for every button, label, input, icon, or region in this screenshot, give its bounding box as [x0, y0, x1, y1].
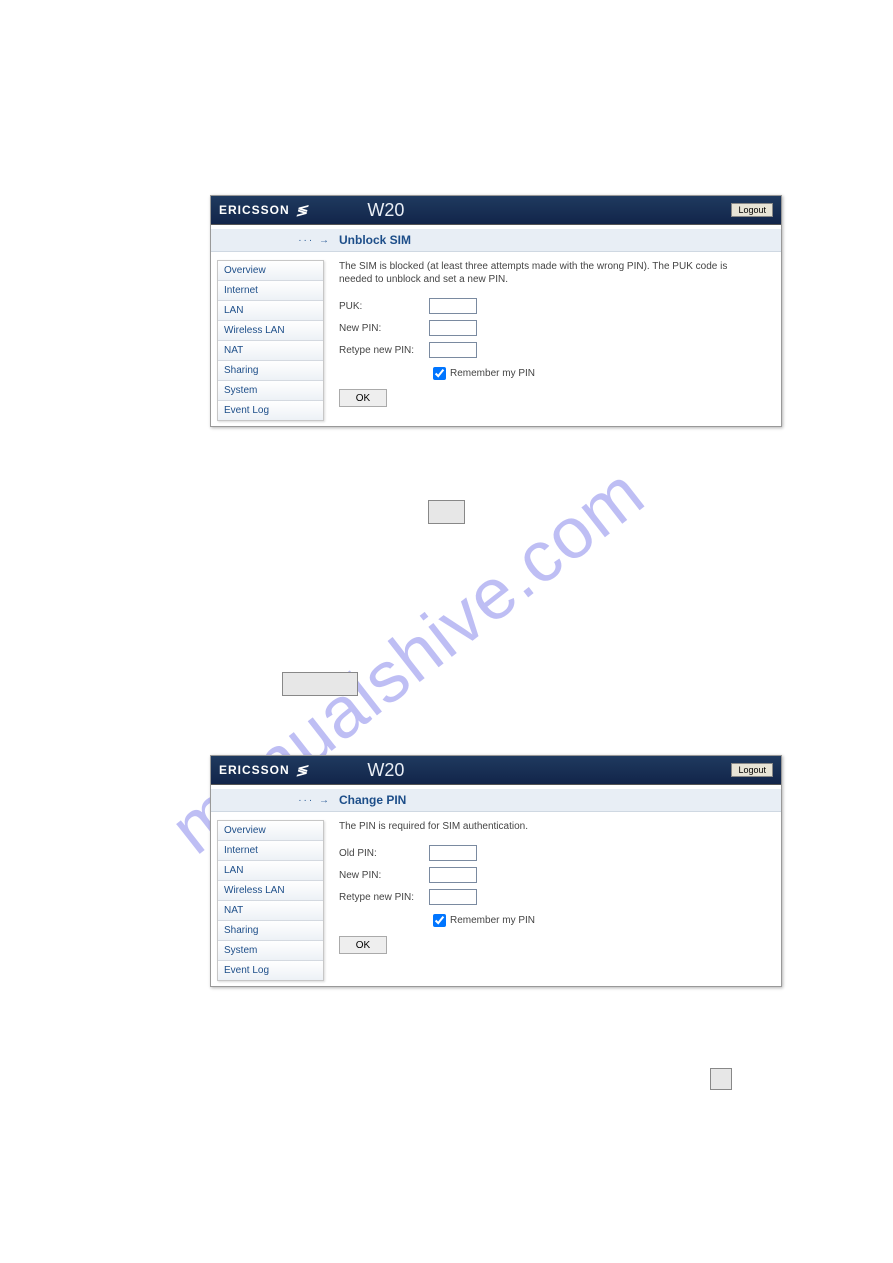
retype-pin-row: Retype new PIN:	[339, 889, 759, 905]
model-label: W20	[367, 200, 404, 221]
new-pin-row: New PIN:	[339, 867, 759, 883]
content-area: The PIN is required for SIM authenticati…	[339, 820, 759, 981]
sidebar-item-nat[interactable]: NAT	[218, 901, 323, 921]
sidebar-item-system[interactable]: System	[218, 381, 323, 401]
new-pin-label: New PIN:	[339, 323, 429, 334]
ghost-ok-button	[428, 500, 465, 524]
sidebar-item-lan[interactable]: LAN	[218, 301, 323, 321]
remember-pin-checkbox[interactable]	[433, 367, 446, 380]
brand-label: ERICSSON	[219, 763, 290, 777]
new-pin-input[interactable]	[429, 867, 477, 883]
header-bar: ERICSSON ≶ W20 Logout	[211, 756, 781, 785]
old-pin-row: Old PIN:	[339, 845, 759, 861]
sidebar: Overview Internet LAN Wireless LAN NAT S…	[217, 820, 324, 981]
puk-input[interactable]	[429, 298, 477, 314]
sidebar-item-internet[interactable]: Internet	[218, 841, 323, 861]
retype-pin-row: Retype new PIN:	[339, 342, 759, 358]
sidebar-item-event-log[interactable]: Event Log	[218, 401, 323, 420]
sidebar-item-internet[interactable]: Internet	[218, 281, 323, 301]
sidebar-item-overview[interactable]: Overview	[218, 821, 323, 841]
new-pin-input[interactable]	[429, 320, 477, 336]
content-area: The SIM is blocked (at least three attem…	[339, 260, 759, 421]
page-title-bar: ··· → Change PIN	[211, 789, 781, 812]
screenshot-unblock-sim: ERICSSON ≶ W20 Logout ··· → Unblock SIM …	[210, 195, 782, 427]
header-bar: ERICSSON ≶ W20 Logout	[211, 196, 781, 225]
sidebar: Overview Internet LAN Wireless LAN NAT S…	[217, 260, 324, 421]
retype-pin-input[interactable]	[429, 342, 477, 358]
new-pin-label: New PIN:	[339, 870, 429, 881]
remember-pin-label: Remember my PIN	[450, 915, 535, 926]
logout-button[interactable]: Logout	[731, 763, 773, 777]
breadcrumb-arrow-icon: ··· →	[211, 795, 339, 806]
brand-wrap: ERICSSON ≶ W20	[219, 760, 404, 781]
brand-label: ERICSSON	[219, 203, 290, 217]
page-title: Unblock SIM	[339, 233, 411, 247]
ghost-change-pin-button	[282, 672, 358, 696]
sidebar-item-overview[interactable]: Overview	[218, 261, 323, 281]
page-title-bar: ··· → Unblock SIM	[211, 229, 781, 252]
page-title: Change PIN	[339, 793, 406, 807]
ok-button[interactable]: OK	[339, 389, 387, 407]
sidebar-item-nat[interactable]: NAT	[218, 341, 323, 361]
ok-button[interactable]: OK	[339, 936, 387, 954]
logout-button[interactable]: Logout	[731, 203, 773, 217]
screenshot-change-pin: ERICSSON ≶ W20 Logout ··· → Change PIN O…	[210, 755, 782, 987]
retype-pin-label: Retype new PIN:	[339, 892, 429, 903]
sidebar-item-wireless-lan[interactable]: Wireless LAN	[218, 881, 323, 901]
body-wrap: Overview Internet LAN Wireless LAN NAT S…	[211, 260, 781, 421]
brand-wrap: ERICSSON ≶ W20	[219, 200, 404, 221]
page: manualshive.com ERICSSON ≶ W20 Logout ··…	[0, 0, 893, 1263]
sidebar-item-sharing[interactable]: Sharing	[218, 361, 323, 381]
sidebar-item-sharing[interactable]: Sharing	[218, 921, 323, 941]
old-pin-label: Old PIN:	[339, 848, 429, 859]
model-label: W20	[367, 760, 404, 781]
breadcrumb-arrow-icon: ··· →	[211, 235, 339, 246]
new-pin-row: New PIN:	[339, 320, 759, 336]
retype-pin-label: Retype new PIN:	[339, 345, 429, 356]
retype-pin-input[interactable]	[429, 889, 477, 905]
sidebar-item-system[interactable]: System	[218, 941, 323, 961]
old-pin-input[interactable]	[429, 845, 477, 861]
remember-pin-checkbox[interactable]	[433, 914, 446, 927]
remember-row: Remember my PIN	[429, 911, 759, 930]
sidebar-item-wireless-lan[interactable]: Wireless LAN	[218, 321, 323, 341]
sidebar-item-event-log[interactable]: Event Log	[218, 961, 323, 980]
ghost-small-ok-button	[710, 1068, 732, 1090]
remember-pin-label: Remember my PIN	[450, 368, 535, 379]
remember-row: Remember my PIN	[429, 364, 759, 383]
page-desc: The SIM is blocked (at least three attem…	[339, 260, 759, 286]
puk-row: PUK:	[339, 298, 759, 314]
brand-logo-icon: ≶	[296, 762, 308, 779]
body-wrap: Overview Internet LAN Wireless LAN NAT S…	[211, 820, 781, 981]
brand-logo-icon: ≶	[296, 202, 308, 219]
watermark: manualshive.com	[0, 0, 893, 1263]
sidebar-item-lan[interactable]: LAN	[218, 861, 323, 881]
puk-label: PUK:	[339, 301, 429, 312]
page-desc: The PIN is required for SIM authenticati…	[339, 820, 759, 833]
